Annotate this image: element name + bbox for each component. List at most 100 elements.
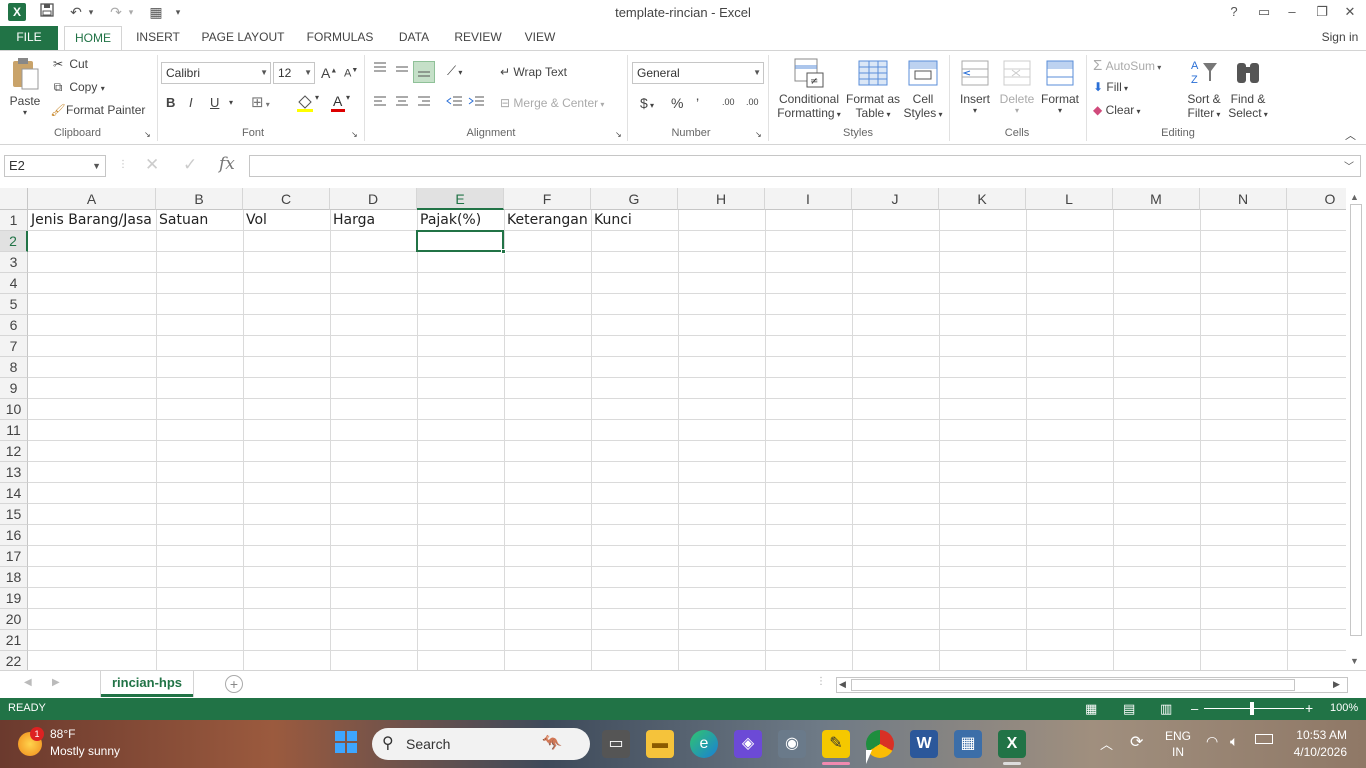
column-header-m[interactable]: M <box>1113 188 1200 210</box>
zoom-slider[interactable] <box>1204 708 1304 709</box>
vertical-scroll-thumb[interactable] <box>1350 204 1362 636</box>
align-right-icon[interactable] <box>416 95 432 112</box>
row-header-4[interactable]: 4 <box>0 273 28 294</box>
row-header-12[interactable]: 12 <box>0 441 28 462</box>
column-header-d[interactable]: D <box>330 188 417 210</box>
collapse-ribbon-icon[interactable]: ︿ <box>1345 127 1356 143</box>
format-as-table-button[interactable]: Format as Table ▾ <box>845 57 901 120</box>
add-sheet-icon[interactable]: + <box>225 675 243 693</box>
column-header-o[interactable]: O <box>1287 188 1346 210</box>
decrease-font-button[interactable]: A▼ <box>344 67 358 80</box>
taskbar-search[interactable]: ⚲ Search 🦘 <box>372 728 590 760</box>
merge-center-button[interactable]: ⊟ Merge & Center ▾ <box>500 96 604 110</box>
language-code[interactable]: ENG <box>1165 729 1191 743</box>
align-center-icon[interactable] <box>394 95 410 112</box>
expand-formula-bar-icon[interactable]: ﹀ <box>1344 158 1354 173</box>
currency-button[interactable]: $ ▾ <box>640 95 654 111</box>
cell-b1[interactable]: Satuan <box>156 210 243 231</box>
format-cells-button[interactable]: Format ▾ <box>1038 57 1082 115</box>
chevron-down-icon[interactable]: ▼ <box>92 156 101 176</box>
scroll-right-icon[interactable]: ▶ <box>1333 679 1340 690</box>
row-header-20[interactable]: 20 <box>0 609 28 630</box>
tab-view[interactable]: VIEW <box>518 26 562 50</box>
horizontal-scroll-thumb[interactable] <box>851 679 1295 691</box>
column-header-b[interactable]: B <box>156 188 243 210</box>
zoom-in-icon[interactable]: + <box>1305 700 1313 716</box>
task-view-icon[interactable]: ▭ <box>602 730 630 758</box>
row-header-15[interactable]: 15 <box>0 504 28 525</box>
row-header-14[interactable]: 14 <box>0 483 28 504</box>
active-cell-selection[interactable] <box>416 230 504 252</box>
align-middle-icon[interactable] <box>394 63 410 79</box>
format-painter-button[interactable]: 🖌Format Painter <box>50 103 145 117</box>
tab-page-layout[interactable]: PAGE LAYOUT <box>198 26 288 50</box>
row-header-13[interactable]: 13 <box>0 462 28 483</box>
prev-sheet-icon[interactable]: ◀ <box>24 677 32 688</box>
find-select-button[interactable]: Find & Select ▾ <box>1226 57 1270 120</box>
tab-review[interactable]: REVIEW <box>450 26 506 50</box>
column-header-g[interactable]: G <box>591 188 678 210</box>
normal-view-icon[interactable]: ▦ <box>1085 701 1097 717</box>
copilot-icon[interactable]: ◈ <box>734 730 762 758</box>
row-header-11[interactable]: 11 <box>0 420 28 441</box>
scroll-up-icon[interactable]: ▲ <box>1350 192 1359 202</box>
sheet-tab-rincian-hps[interactable]: rincian-hps <box>101 671 193 697</box>
horizontal-scrollbar[interactable]: ◀ ▶ <box>836 677 1348 693</box>
cell-f1[interactable]: Keterangan <box>504 210 591 231</box>
vertical-scrollbar[interactable]: ▲ ▼ <box>1346 188 1366 670</box>
volume-icon[interactable]: 🔈︎ <box>1230 733 1238 750</box>
enter-icon[interactable]: ✓ <box>183 155 197 175</box>
weather-temp[interactable]: 88°F <box>50 727 75 741</box>
decrease-decimal-button[interactable]: .00 <box>746 97 759 107</box>
fill-button[interactable]: ⬇ Fill ▾ <box>1093 80 1128 94</box>
column-header-i[interactable]: I <box>765 188 852 210</box>
insert-cells-button[interactable]: Insert ▾ <box>955 57 995 115</box>
row-header-21[interactable]: 21 <box>0 630 28 651</box>
weather-desc[interactable]: Mostly sunny <box>50 744 120 758</box>
row-header-22[interactable]: 22 <box>0 651 28 670</box>
column-header-j[interactable]: J <box>852 188 939 210</box>
column-header-a[interactable]: A <box>28 188 156 210</box>
word-icon[interactable]: W <box>910 730 938 758</box>
close-icon[interactable]: ✕ <box>1336 2 1364 22</box>
edge-icon[interactable]: e <box>690 730 718 758</box>
ribbon-display-options-icon[interactable]: ▭ <box>1250 2 1278 22</box>
alignment-launcher-icon[interactable]: ↘ <box>615 130 622 139</box>
row-header-16[interactable]: 16 <box>0 525 28 546</box>
orientation-button[interactable]: ⟋ ▾ <box>447 63 462 79</box>
paste-button[interactable]: Paste ▾ <box>6 57 44 125</box>
cell-e1[interactable]: Pajak(%) <box>417 210 504 231</box>
font-launcher-icon[interactable]: ↘ <box>351 130 358 139</box>
underline-dropdown-icon[interactable]: ▾ <box>229 98 233 107</box>
clock-date[interactable]: 4/10/2026 <box>1285 745 1347 759</box>
calculator-icon[interactable]: ▦ <box>954 730 982 758</box>
row-header-6[interactable]: 6 <box>0 315 28 336</box>
bold-button[interactable]: B <box>166 95 175 110</box>
font-size-select[interactable]: 12 ▼ <box>273 62 315 84</box>
row-header-10[interactable]: 10 <box>0 399 28 420</box>
comma-button[interactable]: ’ <box>696 95 699 111</box>
column-header-l[interactable]: L <box>1026 188 1113 210</box>
start-icon[interactable] <box>332 730 360 758</box>
column-header-f[interactable]: F <box>504 188 591 210</box>
fill-handle[interactable] <box>501 249 506 254</box>
sticky-notes-icon[interactable]: ✎ <box>822 730 850 758</box>
tab-insert[interactable]: INSERT <box>132 26 184 50</box>
cell-c1[interactable]: Vol <box>243 210 330 231</box>
file-explorer-icon[interactable]: ▬ <box>646 730 674 758</box>
increase-indent-icon[interactable] <box>468 95 486 112</box>
cut-button[interactable]: ✂ Cut <box>50 57 88 71</box>
increase-decimal-button[interactable]: .00 <box>722 97 735 107</box>
percent-button[interactable]: % <box>671 95 683 111</box>
column-header-n[interactable]: N <box>1200 188 1287 210</box>
autosum-button[interactable]: Σ AutoSum ▾ <box>1093 57 1161 74</box>
row-header-1[interactable]: 1 <box>0 210 28 231</box>
show-hidden-icons-icon[interactable]: ︿ <box>1100 734 1113 753</box>
next-sheet-icon[interactable]: ▶ <box>52 677 60 688</box>
row-header-19[interactable]: 19 <box>0 588 28 609</box>
sync-icon[interactable]: ⟳ <box>1130 732 1143 752</box>
scroll-down-icon[interactable]: ▼ <box>1350 656 1359 666</box>
help-icon[interactable]: ? <box>1220 2 1248 22</box>
name-box[interactable]: E2 ▼ <box>4 155 106 177</box>
zoom-slider-thumb[interactable] <box>1250 702 1254 715</box>
